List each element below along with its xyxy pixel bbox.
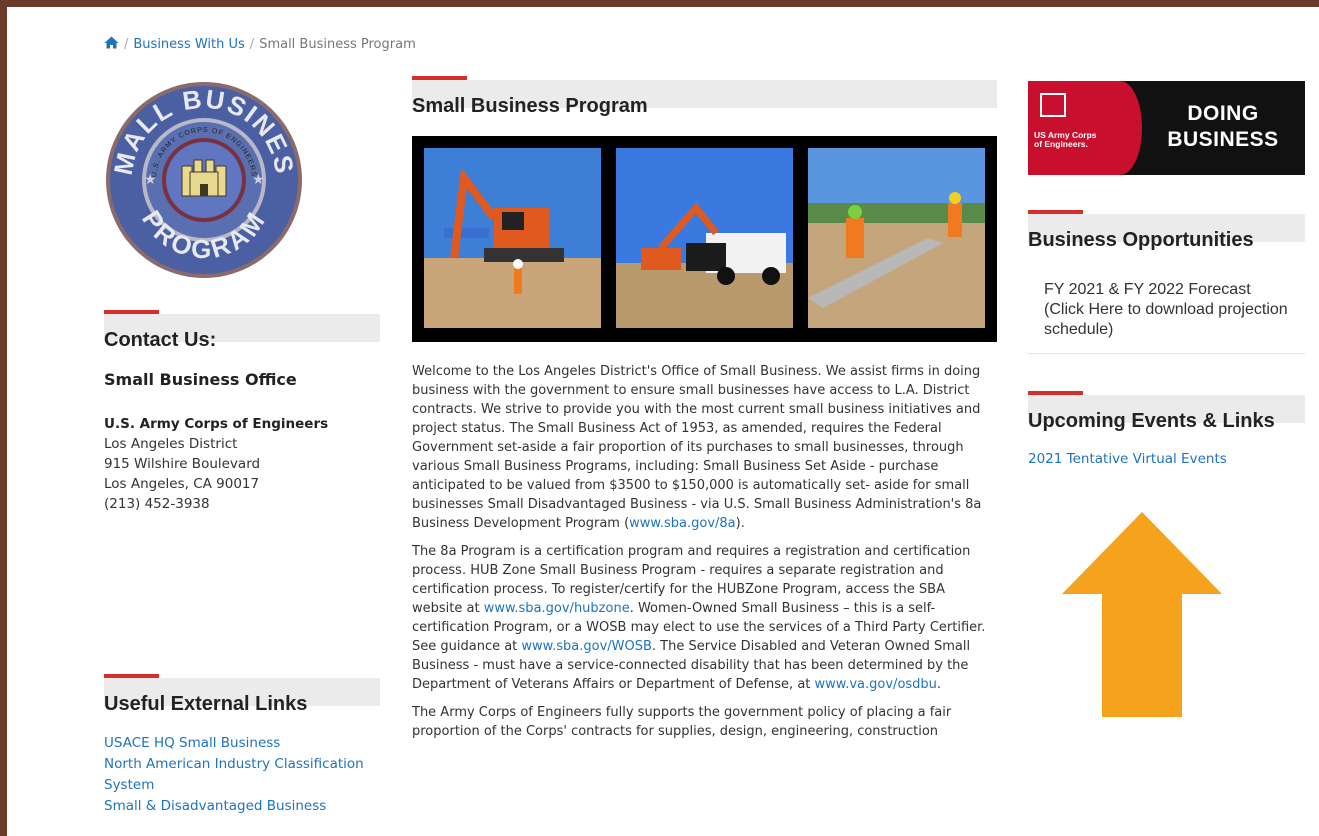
breadcrumb-business-with-us[interactable]: Business With Us	[133, 37, 244, 52]
main-header: Small Business Program	[412, 76, 997, 117]
paragraph-2: The 8a Program is a certification progra…	[412, 542, 997, 694]
opportunities-heading: Business Opportunities	[1028, 229, 1254, 251]
paragraph-3: The Army Corps of Engineers fully suppor…	[412, 705, 952, 739]
contact-section: Contact Us: Small Business Office U.S. A…	[104, 310, 380, 512]
link-sba-wosb[interactable]: www.sba.gov/WOSB	[521, 639, 652, 654]
useful-links-section: Useful External Links USACE HQ Small Bus…	[104, 674, 380, 814]
address-block: U.S. Army Corps of Engineers Los Angeles…	[104, 414, 328, 514]
breadcrumb-separator: /	[124, 37, 129, 52]
svg-text:★: ★	[144, 172, 157, 188]
breadcrumb-separator: /	[249, 37, 255, 52]
useful-links-header: Useful External Links	[104, 674, 380, 715]
main-content: Small Business Program	[412, 76, 997, 342]
org-name: U.S. Army Corps of Engineers	[104, 416, 329, 432]
banner-doing-text: DOING	[1187, 102, 1259, 125]
small-business-seal-logo: SMALL BUSINESS PROGRAM U.S. ARMY CORPS O…	[94, 56, 304, 280]
construction-photo-dump-truck	[616, 148, 793, 328]
phone: (213) 452-3938	[104, 496, 210, 512]
forecast-download-link[interactable]: FY 2021 & FY 2022 Forecast (Click Here t…	[1044, 280, 1294, 340]
useful-links-heading: Useful External Links	[104, 693, 308, 715]
city: Los Angeles, CA 90017	[104, 476, 260, 492]
usace-castle-icon	[1040, 93, 1066, 117]
banner-title: DOING BUSINESS	[1148, 101, 1298, 153]
breadcrumb-current: Small Business Program	[259, 37, 416, 52]
doing-business-banner[interactable]: US Army Corps of Engineers. DOING BUSINE…	[1028, 81, 1305, 175]
page-title: Small Business Program	[412, 95, 648, 117]
construction-photo-workers	[808, 148, 985, 328]
link-usace-hq[interactable]: USACE HQ Small Business	[104, 735, 280, 751]
virtual-events-link[interactable]: 2021 Tentative Virtual Events	[1028, 451, 1227, 467]
upcoming-events-section: Upcoming Events & Links 2021 Tentative V…	[1028, 391, 1305, 467]
link-sba-hubzone[interactable]: www.sba.gov/hubzone	[484, 601, 630, 616]
home-icon[interactable]	[104, 36, 119, 53]
contact-header: Contact Us:	[104, 310, 380, 351]
opportunities-header: Business Opportunities	[1028, 210, 1305, 251]
link-sdb[interactable]: Small & Disadvantaged Business	[104, 798, 326, 814]
p1-text: Welcome to the Los Angeles District's Of…	[412, 364, 982, 531]
breadcrumb: / Business With Us / Small Business Prog…	[104, 36, 416, 53]
up-arrow-annotation-icon	[1062, 512, 1222, 717]
link-va-osdbu[interactable]: www.va.gov/osdbu	[815, 677, 937, 692]
business-opportunities-section: Business Opportunities FY 2021 & FY 2022…	[1028, 210, 1305, 354]
construction-photo-excavator	[424, 148, 601, 328]
divider	[1028, 353, 1305, 354]
banner-business-text: BUSINESS	[1167, 128, 1279, 151]
link-sba-8a[interactable]: www.sba.gov/8a	[629, 516, 735, 531]
paragraph-1: Welcome to the Los Angeles District's Of…	[412, 362, 997, 533]
p1-end: ).	[735, 516, 745, 531]
link-naics-cont[interactable]: System	[104, 777, 154, 793]
photo-strip	[412, 136, 997, 342]
svg-text:★: ★	[252, 172, 265, 188]
events-heading: Upcoming Events & Links	[1028, 410, 1275, 432]
events-header: Upcoming Events & Links	[1028, 391, 1305, 432]
banner-org-line2: of Engineers.	[1034, 139, 1088, 149]
link-naics[interactable]: North American Industry Classification	[104, 756, 364, 772]
useful-links-list: USACE HQ Small Business North American I…	[104, 733, 364, 817]
office-name: Small Business Office	[104, 370, 297, 389]
street: 915 Wilshire Boulevard	[104, 456, 261, 472]
contact-heading: Contact Us:	[104, 329, 217, 351]
p2-text-d: .	[936, 677, 942, 692]
banner-org-name: US Army Corps of Engineers.	[1034, 131, 1097, 149]
main-body-text: Welcome to the Los Angeles District's Of…	[412, 362, 997, 750]
district: Los Angeles District	[104, 436, 238, 452]
